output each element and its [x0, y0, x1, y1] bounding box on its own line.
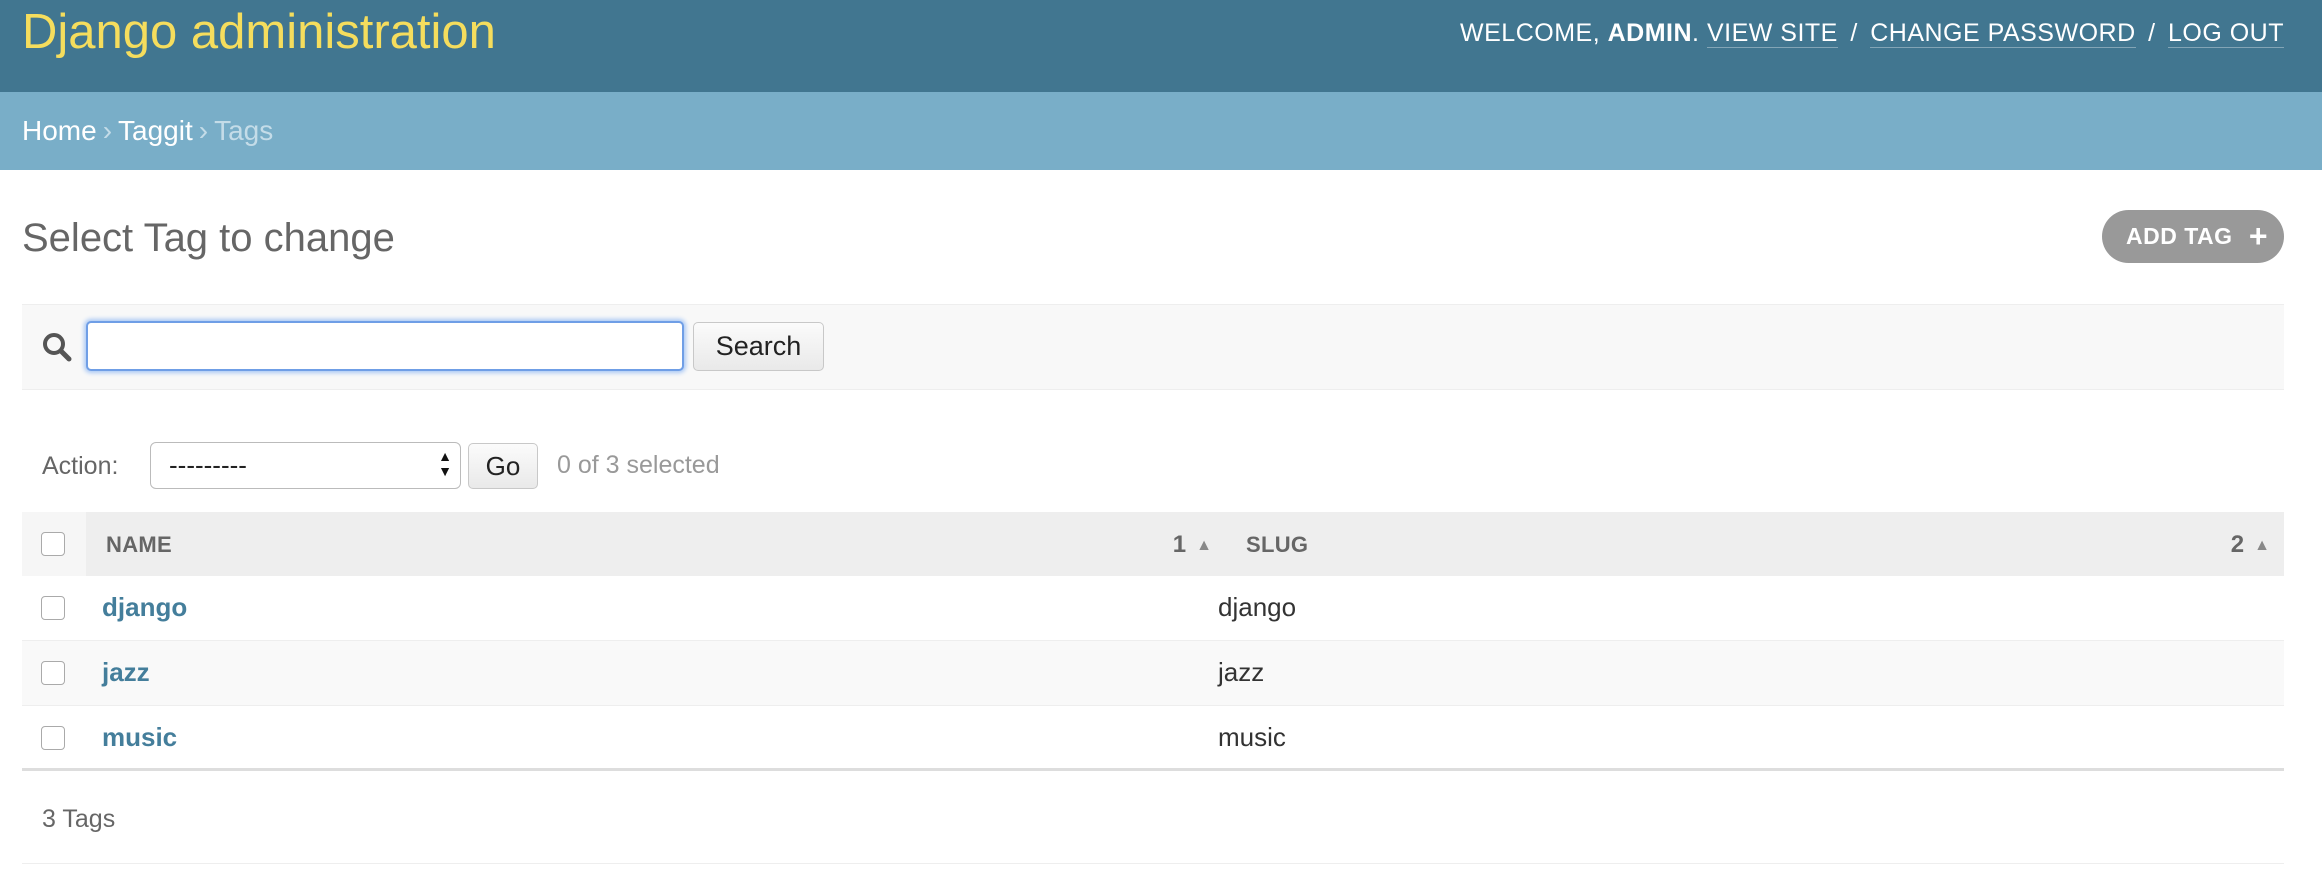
tag-name-link[interactable]: django — [102, 592, 187, 622]
results-table: NAME 1 ▲ SLUG 2 ▲ django django jazz jazz … — [22, 512, 2284, 771]
table-row: music music — [22, 706, 2284, 771]
row-checkbox[interactable] — [41, 726, 65, 750]
table-row: django django — [22, 576, 2284, 641]
plus-icon: + — [2248, 218, 2268, 254]
breadcrumb: Home › Taggit › Tags — [0, 92, 2322, 170]
search-input[interactable] — [86, 321, 684, 371]
column-header-slug[interactable]: SLUG 2 ▲ — [1226, 512, 2284, 576]
breadcrumb-current: Tags — [214, 115, 274, 146]
view-site-link[interactable]: VIEW SITE — [1706, 19, 1838, 48]
sort-indicator[interactable]: 2 ▲ — [2231, 532, 2270, 561]
result-count: 3 Tags — [42, 805, 116, 833]
search-toolbar: Search — [22, 304, 2284, 390]
selection-counter: 0 of 3 selected — [557, 451, 720, 479]
add-tag-label: ADD TAG — [2126, 223, 2233, 249]
log-out-link[interactable]: LOG OUT — [2167, 19, 2284, 48]
row-checkbox[interactable] — [41, 661, 65, 685]
search-button[interactable]: Search — [693, 322, 824, 371]
tag-slug: jazz — [1218, 657, 1265, 687]
tag-slug: django — [1218, 592, 1297, 622]
header: Django administration WELCOME, ADMIN. VI… — [0, 0, 2322, 92]
tag-slug: music — [1218, 722, 1286, 752]
column-slug-label[interactable]: SLUG — [1246, 532, 1308, 558]
username: ADMIN — [1607, 19, 1693, 47]
select-all-cell — [22, 512, 86, 576]
column-header-name[interactable]: NAME 1 ▲ — [86, 512, 1226, 576]
action-label: Action: — [42, 452, 119, 480]
tag-name-link[interactable]: jazz — [102, 657, 150, 687]
sort-indicator[interactable]: 1 ▲ — [1173, 532, 1212, 561]
breadcrumb-separator: › — [102, 115, 113, 146]
user-tools: WELCOME, ADMIN. VIEW SITE / CHANGE PASSW… — [1460, 16, 2284, 50]
select-arrows-icon: ▲ ▼ — [438, 448, 452, 479]
row-checkbox[interactable] — [41, 596, 65, 620]
user-tools-separator: / — [1850, 19, 1858, 47]
tag-name-link[interactable]: music — [102, 722, 177, 752]
change-password-link[interactable]: CHANGE PASSWORD — [1870, 19, 2136, 48]
table-header: NAME 1 ▲ SLUG 2 ▲ — [22, 512, 2284, 576]
site-branding[interactable]: Django administration — [22, 2, 496, 62]
sort-priority: 1 — [1172, 531, 1187, 558]
column-name-label[interactable]: NAME — [106, 532, 172, 558]
paginator: 3 Tags — [22, 778, 2284, 864]
user-tools-separator: / — [2148, 19, 2156, 47]
breadcrumb-app[interactable]: Taggit — [118, 115, 193, 146]
search-icon — [43, 333, 72, 362]
select-all-checkbox[interactable] — [41, 532, 65, 556]
welcome-period: . — [1692, 19, 1700, 47]
sort-ascending-icon[interactable]: ▲ — [2254, 537, 2270, 554]
action-select[interactable]: --------- ▲ ▼ — [150, 442, 461, 489]
sort-ascending-icon[interactable]: ▲ — [1196, 537, 1212, 554]
welcome-text: WELCOME, — [1460, 19, 1608, 47]
sort-priority: 2 — [2230, 531, 2245, 558]
breadcrumb-separator: › — [198, 115, 209, 146]
table-row: jazz jazz — [22, 641, 2284, 706]
action-selected-option: --------- — [169, 450, 247, 480]
breadcrumb-home[interactable]: Home — [22, 115, 97, 146]
go-button[interactable]: Go — [468, 443, 538, 489]
page-title: Select Tag to change — [22, 216, 395, 260]
add-tag-button[interactable]: ADD TAG + — [2102, 210, 2284, 263]
